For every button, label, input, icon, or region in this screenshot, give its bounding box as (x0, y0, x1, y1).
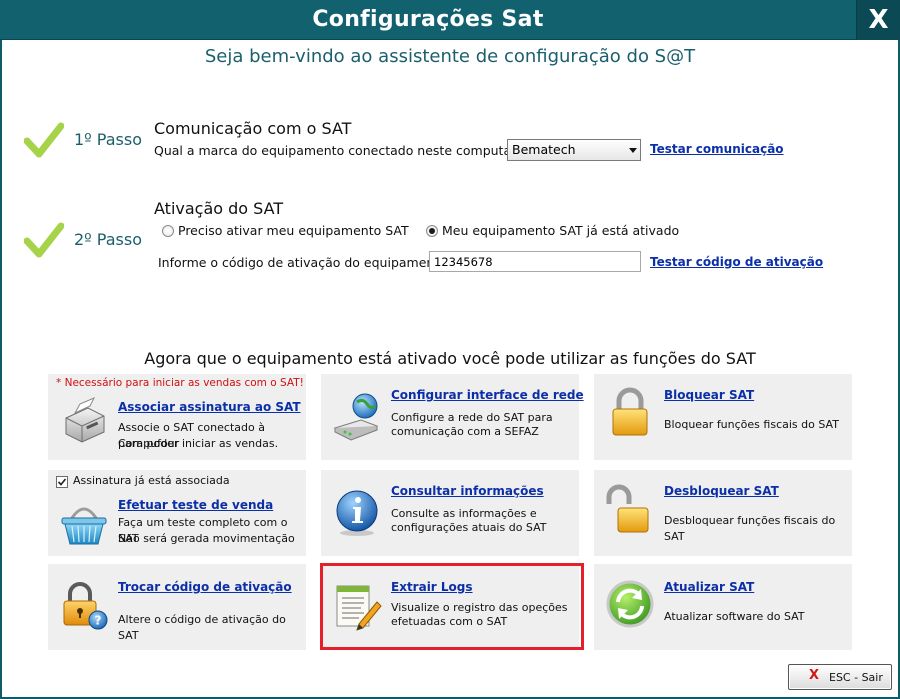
tile-atualizar-sat[interactable]: Atualizar SAT Atualizar software do SAT (594, 564, 852, 650)
associated-checkbox[interactable] (56, 476, 68, 488)
tile-title[interactable]: Configurar interface de rede (391, 388, 584, 402)
activation-code-input[interactable]: 12345678 (429, 251, 641, 272)
tile-title[interactable]: Desbloquear SAT (664, 484, 779, 498)
tile-desc-line: configurações atuais do SAT (391, 521, 547, 534)
close-icon: X (809, 668, 820, 683)
radio-activated[interactable] (426, 225, 438, 237)
tile-title[interactable]: Efetuar teste de venda (118, 498, 273, 512)
padlock-open-icon (606, 484, 649, 533)
tile-title[interactable]: Bloquear SAT (664, 388, 754, 402)
tile-trocar-codigo[interactable]: ? Trocar código de ativação Altere o cód… (48, 564, 306, 650)
radio-activate[interactable] (162, 225, 174, 237)
tile-desc-line: Bloquear funções fiscais do SAT (664, 418, 839, 431)
printer-icon (65, 397, 105, 443)
exit-button[interactable]: X ESC - Sair (788, 664, 892, 690)
padlock-closed-icon (612, 387, 648, 436)
functions-title: Agora que o equipamento está ativado voc… (144, 349, 756, 368)
title-bar: Configurações Sat X (0, 0, 900, 40)
close-button[interactable]: X (856, 0, 900, 40)
tile-desc-line: Desbloquear funções fiscais do SAT (664, 514, 836, 543)
step2-label: 2º Passo (74, 230, 142, 249)
step1-label: 1º Passo (74, 130, 142, 149)
tile-teste-venda[interactable]: Assinatura já está associada Efetuar tes… (48, 470, 306, 556)
tile-configurar-rede[interactable]: Configurar interface de rede Configure a… (321, 374, 584, 460)
radio-activate-label: Preciso ativar meu equipamento SAT (178, 223, 409, 238)
checkmark-icon (24, 122, 64, 158)
tile-associar-assinatura[interactable]: * Necessário para iniciar as vendas com … (48, 374, 306, 460)
tile-title[interactable]: Associar assinatura ao SAT (118, 400, 301, 414)
brand-question: Qual a marca do equipamento conectado ne… (154, 143, 539, 158)
chevron-down-icon (629, 148, 637, 153)
associated-checkbox-label: Assinatura já está associada (73, 474, 230, 487)
brand-select[interactable]: Bematech (507, 139, 641, 161)
tile-bloquear-sat[interactable]: Bloquear SAT Bloquear funções fiscais do… (594, 374, 852, 460)
radio-activated-label: Meu equipamento SAT já está ativado (442, 223, 680, 238)
tile-desc-line: comunicação com a SEFAZ (391, 425, 539, 438)
info-icon (336, 490, 378, 536)
tile-consultar-informacoes[interactable]: Consultar informações Consulte as inform… (321, 470, 579, 556)
svg-text:?: ? (95, 614, 102, 628)
tile-title[interactable]: Trocar código de ativação (118, 580, 292, 594)
tile-desbloquear-sat[interactable]: Desbloquear SAT Desbloquear funções fisc… (594, 470, 852, 556)
tile-title[interactable]: Consultar informações (391, 484, 544, 498)
test-communication-link[interactable]: Testar comunicação (650, 142, 784, 156)
tile-desc-line: Não será gerada movimentação (118, 532, 295, 545)
test-activation-code-link[interactable]: Testar código de ativação (650, 255, 823, 269)
step2-heading: Ativação do SAT (154, 199, 284, 218)
activation-code-label: Informe o código de ativação do equipame… (158, 255, 452, 270)
brand-select-value: Bematech (512, 142, 576, 157)
highlight-box (320, 563, 584, 650)
tile-title[interactable]: Atualizar SAT (664, 580, 754, 594)
welcome-heading: Seja bem-vindo ao assistente de configur… (204, 46, 696, 67)
tile-desc-line: Altere o código de ativação do SAT (118, 613, 286, 642)
step1-heading: Comunicação com o SAT (154, 119, 352, 138)
network-icon (333, 393, 379, 441)
checkbox-check-icon (57, 478, 67, 486)
exit-button-label: ESC - Sair (829, 671, 883, 684)
window-title: Configurações Sat (312, 7, 544, 32)
padlock-help-icon: ? (63, 582, 108, 630)
tile-desc-line: para poder iniciar as vendas. (118, 437, 279, 450)
tile-desc-line: Atualizar software do SAT (664, 610, 805, 623)
required-note: * Necessário para iniciar as vendas com … (56, 377, 304, 389)
refresh-icon (606, 580, 654, 628)
window: Configurações Sat X Seja bem-vindo ao as… (0, 0, 900, 699)
checkmark-icon (24, 222, 64, 258)
shopping-basket-icon (61, 507, 107, 545)
content-area: Seja bem-vindo ao assistente de configur… (2, 40, 898, 697)
